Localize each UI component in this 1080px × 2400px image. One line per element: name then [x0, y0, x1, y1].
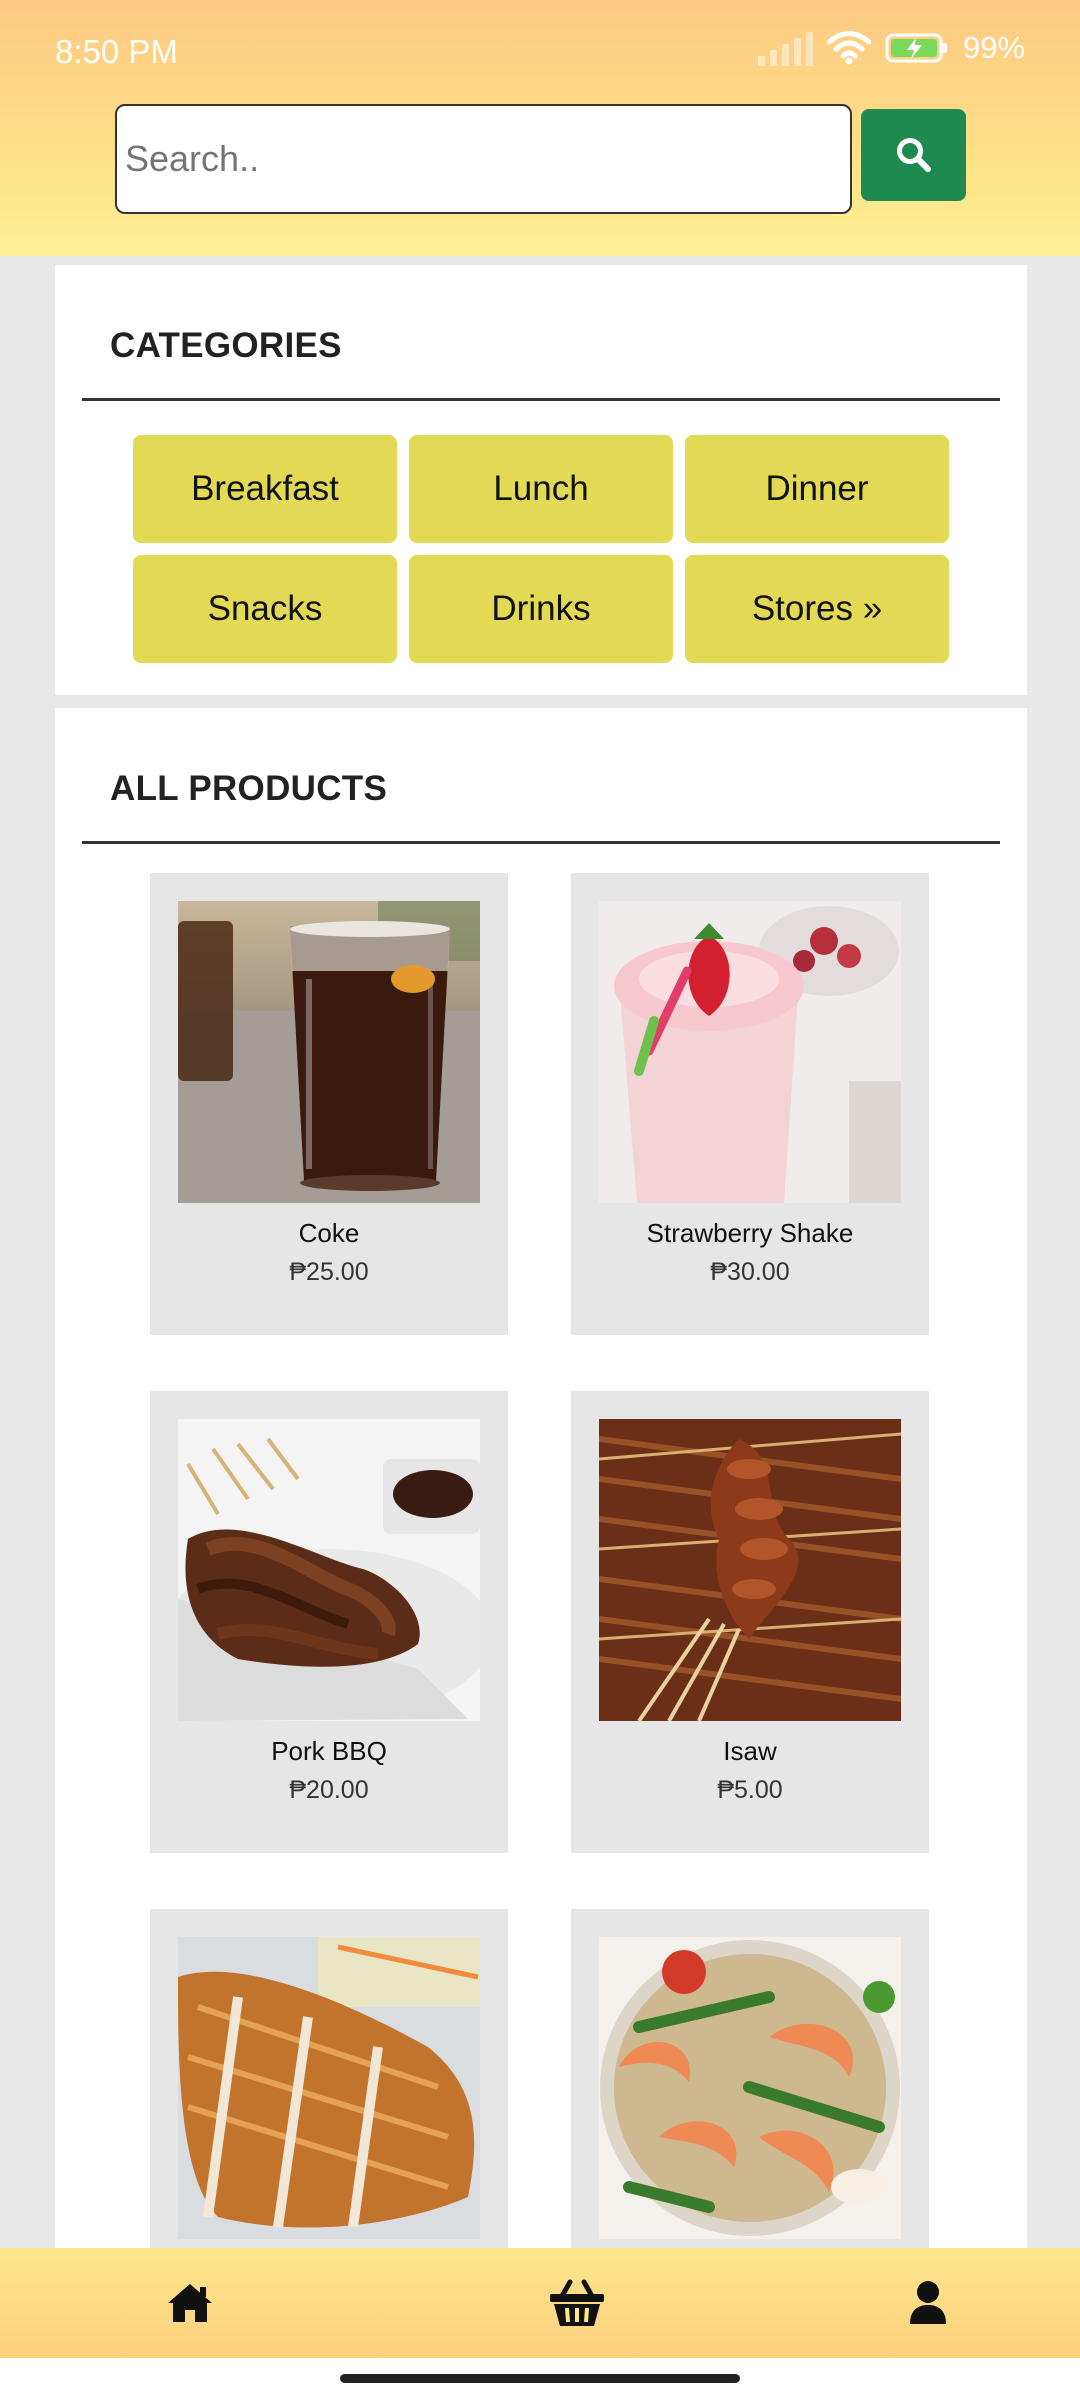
- status-bar: 8:50 PM 99%: [0, 0, 1080, 104]
- fried-cutlet-photo: [178, 1937, 480, 2239]
- product-card-isaw[interactable]: Isaw ₱5.00: [571, 1391, 929, 1853]
- category-grid: Breakfast Lunch Dinner Snacks Drinks Sto…: [133, 435, 949, 663]
- battery-percentage: 99%: [962, 30, 1025, 65]
- category-stores-button[interactable]: Stores »: [685, 555, 949, 663]
- categories-divider: [82, 398, 1000, 401]
- product-name: Coke: [298, 1218, 360, 1248]
- products-divider: [82, 841, 1000, 844]
- coke-photo: [178, 901, 480, 1203]
- product-price: ₱25.00: [289, 1258, 369, 1286]
- home-indicator[interactable]: [340, 2374, 740, 2383]
- product-price: ₱30.00: [710, 1258, 790, 1286]
- signal-icon: [757, 30, 813, 66]
- search-icon: [896, 138, 931, 172]
- products-title: ALL PRODUCTS: [110, 769, 388, 808]
- category-drinks-button[interactable]: Drinks: [409, 555, 673, 663]
- categories-title: CATEGORIES: [110, 326, 342, 365]
- category-snacks-button[interactable]: Snacks: [133, 555, 397, 663]
- categories-panel: CATEGORIES Breakfast Lunch Dinner Snacks…: [55, 265, 1027, 695]
- product-name: Strawberry Shake: [646, 1218, 854, 1248]
- isaw-photo: [599, 1419, 901, 1721]
- product-name: Pork BBQ: [271, 1736, 387, 1766]
- products-panel: ALL PRODUCTS Coke ₱25.00 Strawberry Shak…: [55, 708, 1027, 2371]
- nav-basket[interactable]: [517, 2248, 637, 2358]
- search-input[interactable]: [115, 104, 852, 214]
- home-icon: [168, 2284, 212, 2322]
- category-dinner-button[interactable]: Dinner: [685, 435, 949, 543]
- wifi-icon: [826, 31, 871, 65]
- category-breakfast-button[interactable]: Breakfast: [133, 435, 397, 543]
- product-card-pork-bbq[interactable]: Pork BBQ ₱20.00: [150, 1391, 508, 1853]
- product-card-strawberry-shake[interactable]: Strawberry Shake ₱30.00: [571, 873, 929, 1335]
- status-time: 8:50 PM: [55, 33, 178, 70]
- product-name: Isaw: [723, 1736, 777, 1766]
- status-icons: 99%: [757, 30, 1025, 66]
- bottom-navigation: [0, 2248, 1080, 2358]
- product-price: ₱5.00: [717, 1776, 783, 1804]
- battery-charging-icon: [885, 33, 947, 63]
- strawberry-shake-photo: [599, 901, 901, 1203]
- category-lunch-button[interactable]: Lunch: [409, 435, 673, 543]
- search-button[interactable]: [861, 109, 966, 201]
- pork-bbq-photo: [178, 1419, 480, 1721]
- shrimp-sinigang-photo: [599, 1937, 901, 2239]
- nav-profile[interactable]: [868, 2248, 988, 2358]
- user-icon: [910, 2281, 946, 2324]
- app-header: 8:50 PM 99%: [0, 0, 1080, 256]
- nav-home[interactable]: [130, 2248, 250, 2358]
- basket-icon: [550, 2279, 604, 2326]
- product-card-coke[interactable]: Coke ₱25.00: [150, 873, 508, 1335]
- product-price: ₱20.00: [289, 1776, 369, 1804]
